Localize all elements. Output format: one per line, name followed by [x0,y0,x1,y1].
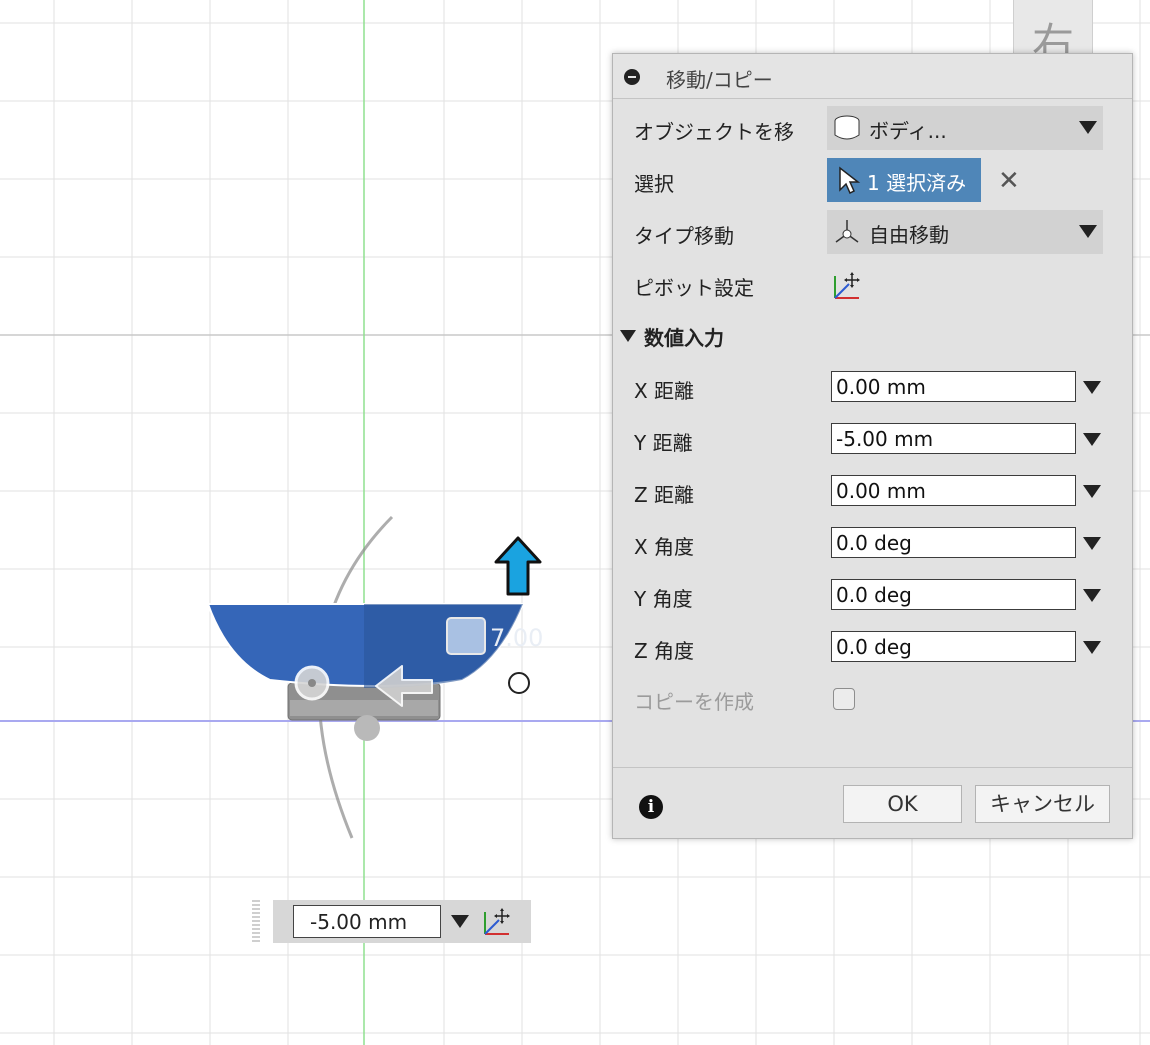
close-icon[interactable]: ✕ [998,166,1020,196]
selection-label: 選択 [634,172,674,196]
object-type-dropdown[interactable]: ボディ... [827,106,1103,150]
move-type-dropdown[interactable]: 自由移動 [827,210,1103,254]
x-angle-dropdown-icon[interactable] [1083,537,1101,550]
section-label: 数値入力 [644,326,724,350]
x-angle-input[interactable]: 0.0 deg [831,527,1076,558]
z-angle-dropdown-icon[interactable] [1083,641,1101,654]
x-distance-input[interactable]: 0.00 mm [831,371,1076,402]
field-row: X 角度 0.0 deg [613,527,1132,559]
collapse-icon[interactable] [624,69,640,85]
field-row: Z 距離 0.00 mm [613,475,1132,507]
info-icon[interactable]: i [639,795,663,819]
floating-distance-input[interactable]: -5.00 mm [293,905,441,938]
ghost-dimension: 7.00 [490,624,544,652]
floating-distance-value: -5.00 mm [310,910,408,934]
free-move-icon [835,220,859,243]
z-distance-input[interactable]: 0.00 mm [831,475,1076,506]
cancel-button[interactable]: キャンセル [975,785,1110,823]
selection-row: 選択 1 選択済み ✕ [613,158,1132,202]
pivot-axes-icon[interactable] [481,906,513,938]
move-type-label: タイプ移動 [634,224,734,248]
pivot-label: ピボット設定 [634,276,754,300]
y-angle-label: Y 角度 [634,587,693,611]
cursor-arrow-icon [839,166,861,195]
y-angle-dropdown-icon[interactable] [1083,589,1101,602]
pivot-row: ピボット設定 [613,262,1132,306]
object-row: オブジェクトを移 ボディ... [613,106,1132,150]
dialog-footer: i OK キャンセル [613,767,1132,839]
create-copy-label: コピーを作成 [634,690,754,714]
z-distance-value: 0.00 mm [836,479,926,503]
y-distance-input[interactable]: -5.00 mm [831,423,1076,454]
object-label: オブジェクトを移 [634,120,794,144]
x-distance-value: 0.00 mm [836,375,926,399]
x-distance-label: X 距離 [634,379,695,403]
z-angle-input[interactable]: 0.0 deg [831,631,1076,662]
up-arrow-manipulator-icon [494,536,542,596]
dropdown-caret-icon [1079,225,1097,238]
field-row: Y 距離 -5.00 mm [613,423,1132,455]
z-angle-value: 0.0 deg [836,635,912,659]
dropdown-caret-icon [1079,121,1097,134]
ok-button[interactable]: OK [843,785,962,823]
x-distance-dropdown-icon[interactable] [1083,381,1101,394]
free-point-icon [508,672,530,694]
z-distance-label: Z 距離 [634,483,695,507]
field-row: Z 角度 0.0 deg [613,631,1132,663]
move-copy-dialog: 移動/コピー オブジェクトを移 ボディ... 選択 1 選択済み ✕ タイプ移動 [612,53,1133,839]
selection-button[interactable]: 1 選択済み [827,158,981,202]
floating-input-grip[interactable] [252,900,260,943]
create-copy-row: コピーを作成 [613,684,1132,714]
x-angle-value: 0.0 deg [836,531,912,555]
floating-value-input: -5.00 mm [273,900,531,943]
field-row: Y 角度 0.0 deg [613,579,1132,611]
object-type-value: ボディ... [869,119,947,143]
y-angle-input[interactable]: 0.0 deg [831,579,1076,610]
floating-dropdown-icon[interactable] [451,915,469,928]
move-type-row: タイプ移動 自由移動 [613,210,1132,254]
create-copy-checkbox[interactable] [833,688,855,710]
z-distance-dropdown-icon[interactable] [1083,485,1101,498]
y-distance-label: Y 距離 [634,431,693,455]
z-angle-label: Z 角度 [634,639,695,663]
selection-value: 1 選択済み [867,171,967,195]
move-type-value: 自由移動 [869,223,949,247]
y-distance-dropdown-icon[interactable] [1083,433,1101,446]
dialog-title-bar[interactable]: 移動/コピー [613,54,1132,99]
y-angle-value: 0.0 deg [836,583,912,607]
field-row: X 距離 0.00 mm [613,371,1132,403]
section-collapse-icon[interactable] [620,330,636,342]
numeric-input-section[interactable]: 数値入力 [613,324,1132,354]
plane-handle-icon [446,617,486,655]
view-cube[interactable]: 右 [1013,0,1093,68]
pivot-axes-icon[interactable] [831,270,863,302]
y-distance-value: -5.00 mm [836,427,934,451]
x-angle-label: X 角度 [634,535,695,559]
cylinder-body-icon [834,115,860,140]
dialog-title: 移動/コピー [666,68,773,92]
